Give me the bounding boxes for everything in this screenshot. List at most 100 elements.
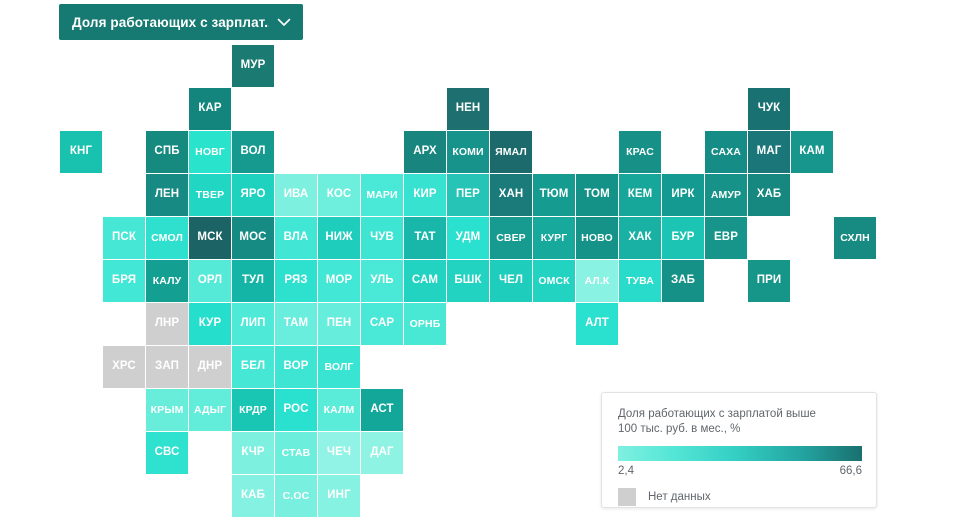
region-tile-УДМ[interactable]: УДМ <box>447 217 489 259</box>
region-tile-СВС[interactable]: СВС <box>146 432 188 474</box>
region-tile-ТУЛ[interactable]: ТУЛ <box>232 260 274 302</box>
region-tile-ДАГ[interactable]: ДАГ <box>361 432 403 474</box>
region-tile-КРДР[interactable]: КРДР <box>232 389 274 431</box>
region-tile-БЕЛ[interactable]: БЕЛ <box>232 346 274 388</box>
region-tile-КЕМ[interactable]: КЕМ <box>619 174 661 216</box>
region-tile-РЯЗ[interactable]: РЯЗ <box>275 260 317 302</box>
region-tile-ПСК[interactable]: ПСК <box>103 217 145 259</box>
region-tile-ЧЕЛ[interactable]: ЧЕЛ <box>490 260 532 302</box>
region-tile-БУР[interactable]: БУР <box>662 217 704 259</box>
region-tile-МАРИ[interactable]: МАРИ <box>361 174 403 216</box>
region-tile-АЛ.К[interactable]: АЛ.К <box>576 260 618 302</box>
region-tile-МУР[interactable]: МУР <box>232 45 274 87</box>
region-tile-ВОР[interactable]: ВОР <box>275 346 317 388</box>
region-tile-ДНР[interactable]: ДНР <box>189 346 231 388</box>
region-tile-ПЕР[interactable]: ПЕР <box>447 174 489 216</box>
region-tile-ЯРО[interactable]: ЯРО <box>232 174 274 216</box>
region-tile-БШК[interactable]: БШК <box>447 260 489 302</box>
region-tile-ЛИП[interactable]: ЛИП <box>232 303 274 345</box>
region-tile-ЧУВ[interactable]: ЧУВ <box>361 217 403 259</box>
region-tile-АДЫГ[interactable]: АДЫГ <box>189 389 231 431</box>
region-tile-КАЛУ[interactable]: КАЛУ <box>146 260 188 302</box>
region-tile-label: СПБ <box>154 145 180 158</box>
region-tile-КРЫМ[interactable]: КРЫМ <box>146 389 188 431</box>
region-tile-КИР[interactable]: КИР <box>404 174 446 216</box>
region-tile-ТАМ[interactable]: ТАМ <box>275 303 317 345</box>
region-tile-КАР[interactable]: КАР <box>189 88 231 130</box>
region-tile-УЛЬ[interactable]: УЛЬ <box>361 260 403 302</box>
region-tile-ХРС[interactable]: ХРС <box>103 346 145 388</box>
region-tile-ОРЛ[interactable]: ОРЛ <box>189 260 231 302</box>
region-tile-ТАТ[interactable]: ТАТ <box>404 217 446 259</box>
region-tile-ХАН[interactable]: ХАН <box>490 174 532 216</box>
region-tile-ЯМАЛ[interactable]: ЯМАЛ <box>490 131 532 173</box>
region-tile-СМОЛ[interactable]: СМОЛ <box>146 217 188 259</box>
region-tile-КОС[interactable]: КОС <box>318 174 360 216</box>
region-tile-КЧР[interactable]: КЧР <box>232 432 274 474</box>
region-tile-НИЖ[interactable]: НИЖ <box>318 217 360 259</box>
region-tile-ПЕН[interactable]: ПЕН <box>318 303 360 345</box>
region-tile-КАБ[interactable]: КАБ <box>232 475 274 517</box>
region-tile-ЛЕН[interactable]: ЛЕН <box>146 174 188 216</box>
region-tile-МАГ[interactable]: МАГ <box>748 131 790 173</box>
region-tile-СВЕР[interactable]: СВЕР <box>490 217 532 259</box>
region-tile-БРЯ[interactable]: БРЯ <box>103 260 145 302</box>
region-tile-ЧУК[interactable]: ЧУК <box>748 88 790 130</box>
region-tile-СПБ[interactable]: СПБ <box>146 131 188 173</box>
region-tile-ТВЕР[interactable]: ТВЕР <box>189 174 231 216</box>
region-tile-ХАК[interactable]: ХАК <box>619 217 661 259</box>
region-tile-КОМИ[interactable]: КОМИ <box>447 131 489 173</box>
region-tile-КАЛМ[interactable]: КАЛМ <box>318 389 360 431</box>
region-tile-АЛТ[interactable]: АЛТ <box>576 303 618 345</box>
region-tile-label: ТУВА <box>626 274 654 287</box>
region-tile-СХЛН[interactable]: СХЛН <box>834 217 876 259</box>
region-tile-label: ДНР <box>197 360 223 373</box>
region-tile-label: СХЛН <box>840 231 870 244</box>
region-tile-label: АРХ <box>413 145 437 158</box>
region-tile-МОС[interactable]: МОС <box>232 217 274 259</box>
region-tile-С.ОС[interactable]: С.ОС <box>275 475 317 517</box>
region-tile-ЕВР[interactable]: ЕВР <box>705 217 747 259</box>
region-tile-ВЛА[interactable]: ВЛА <box>275 217 317 259</box>
region-tile-label: ЯМАЛ <box>495 145 527 158</box>
region-tile-КАМ[interactable]: КАМ <box>791 131 833 173</box>
region-tile-ИРК[interactable]: ИРК <box>662 174 704 216</box>
region-tile-АМУР[interactable]: АМУР <box>705 174 747 216</box>
region-tile-ЗАП[interactable]: ЗАП <box>146 346 188 388</box>
region-tile-ИНГ[interactable]: ИНГ <box>318 475 360 517</box>
region-tile-МСК[interactable]: МСК <box>189 217 231 259</box>
region-tile-ВОЛГ[interactable]: ВОЛГ <box>318 346 360 388</box>
region-tile-ЗАБ[interactable]: ЗАБ <box>662 260 704 302</box>
region-tile-НОВГ[interactable]: НОВГ <box>189 131 231 173</box>
legend-nodata-label: Нет данных <box>648 491 711 503</box>
region-tile-НОВО[interactable]: НОВО <box>576 217 618 259</box>
region-tile-КРАС[interactable]: КРАС <box>619 131 661 173</box>
region-tile-label: СМОЛ <box>151 231 183 244</box>
region-tile-ОМСК[interactable]: ОМСК <box>533 260 575 302</box>
region-tile-ИВА[interactable]: ИВА <box>275 174 317 216</box>
region-tile-КНГ[interactable]: КНГ <box>60 131 102 173</box>
region-tile-ВОЛ[interactable]: ВОЛ <box>232 131 274 173</box>
region-tile-ХАБ[interactable]: ХАБ <box>748 174 790 216</box>
region-tile-САР[interactable]: САР <box>361 303 403 345</box>
region-tile-МОР[interactable]: МОР <box>318 260 360 302</box>
region-tile-label: СТАВ <box>281 446 311 459</box>
region-tile-ТОМ[interactable]: ТОМ <box>576 174 618 216</box>
region-tile-ОРНБ[interactable]: ОРНБ <box>404 303 446 345</box>
region-tile-ЛНР[interactable]: ЛНР <box>146 303 188 345</box>
region-tile-label: АЛТ <box>585 317 609 330</box>
region-tile-СТАВ[interactable]: СТАВ <box>275 432 317 474</box>
region-tile-САХА[interactable]: САХА <box>705 131 747 173</box>
region-tile-САМ[interactable]: САМ <box>404 260 446 302</box>
region-tile-label: ПЕН <box>326 317 352 330</box>
region-tile-ЧЕЧ[interactable]: ЧЕЧ <box>318 432 360 474</box>
region-tile-АСТ[interactable]: АСТ <box>361 389 403 431</box>
region-tile-КУРГ[interactable]: КУРГ <box>533 217 575 259</box>
region-tile-ТЮМ[interactable]: ТЮМ <box>533 174 575 216</box>
region-tile-ПРИ[interactable]: ПРИ <box>748 260 790 302</box>
region-tile-АРХ[interactable]: АРХ <box>404 131 446 173</box>
region-tile-НЕН[interactable]: НЕН <box>447 88 489 130</box>
region-tile-РОС[interactable]: РОС <box>275 389 317 431</box>
region-tile-ТУВА[interactable]: ТУВА <box>619 260 661 302</box>
region-tile-КУР[interactable]: КУР <box>189 303 231 345</box>
